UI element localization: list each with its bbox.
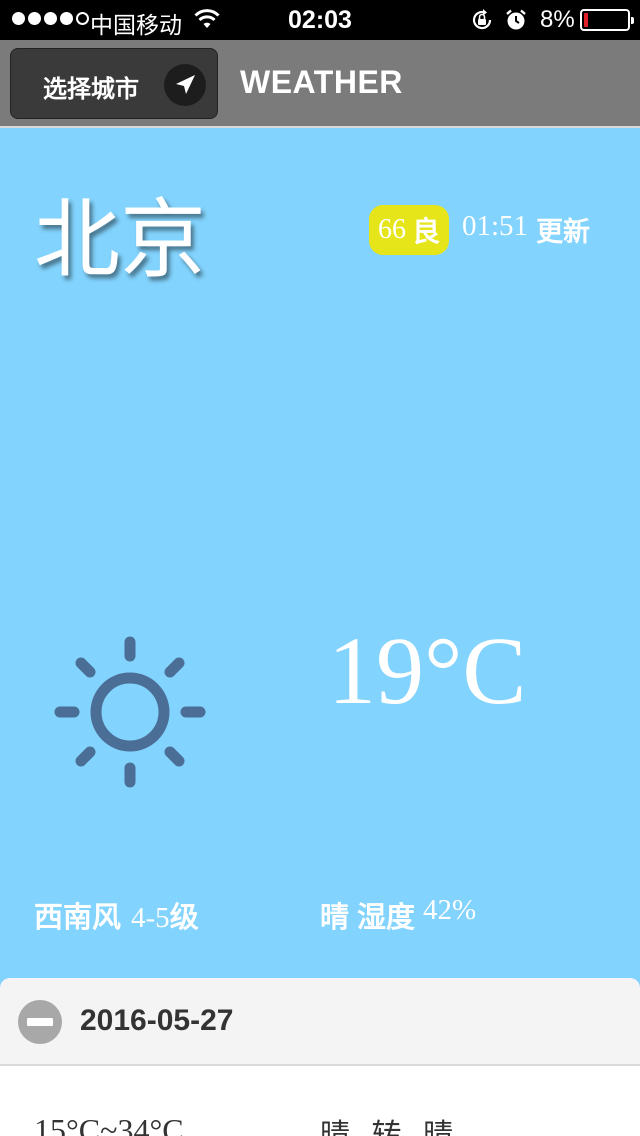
current-weather-panel: 北京 66 良 01:51 更新 19°C 西南风 4-5级 晴 湿度 42% — [0, 128, 640, 988]
weather-condition: 晴 — [320, 900, 350, 934]
humidity-value: 42% — [423, 894, 477, 926]
aqi-level: 良 — [412, 215, 441, 248]
forecast-day-header[interactable]: 2016-05-27 — [0, 978, 640, 1066]
weather-app-screen: 中国移动 02:03 8% 选择城市 WEATHER 北京 66 良 01:51… — [0, 0, 640, 1136]
humidity-label: 湿度 — [357, 900, 416, 934]
select-city-label: 选择城市 — [43, 75, 139, 103]
aqi-value: 66 — [378, 214, 406, 245]
city-name: 北京 — [34, 190, 206, 290]
location-arrow-icon — [164, 64, 206, 106]
status-bar: 中国移动 02:03 8% — [0, 0, 640, 40]
wind-force: 4-5级 — [131, 900, 199, 934]
battery-percent: 8% — [540, 6, 575, 33]
update-time-label: 更新 — [536, 217, 591, 248]
alarm-icon — [504, 8, 528, 39]
rotation-lock-icon — [470, 8, 494, 39]
forecast-condition: 晴 转 晴 — [320, 1118, 460, 1136]
current-temperature: 19°C — [328, 617, 527, 724]
page-title: WEATHER — [240, 64, 403, 100]
forecast-detail-row: 15°C~34°C 晴 转 晴 — [0, 1066, 640, 1136]
forecast-temp-range: 15°C~34°C — [34, 1112, 184, 1136]
wind-info: 西南风 4-5级 — [34, 894, 199, 936]
nav-bar: 选择城市 WEATHER — [0, 40, 640, 128]
battery-icon — [580, 9, 634, 31]
update-time-value: 01:51 — [462, 210, 529, 242]
select-city-button[interactable]: 选择城市 — [10, 48, 218, 119]
sun-icon — [52, 634, 208, 794]
update-time: 01:51 更新 — [462, 210, 590, 249]
aqi-badge: 66 良 — [369, 205, 450, 255]
condition-humidity: 晴 湿度 42% — [320, 894, 476, 936]
collapse-icon[interactable] — [18, 1000, 62, 1044]
forecast-date: 2016-05-27 — [80, 1004, 234, 1037]
wind-direction: 西南风 — [34, 900, 122, 934]
